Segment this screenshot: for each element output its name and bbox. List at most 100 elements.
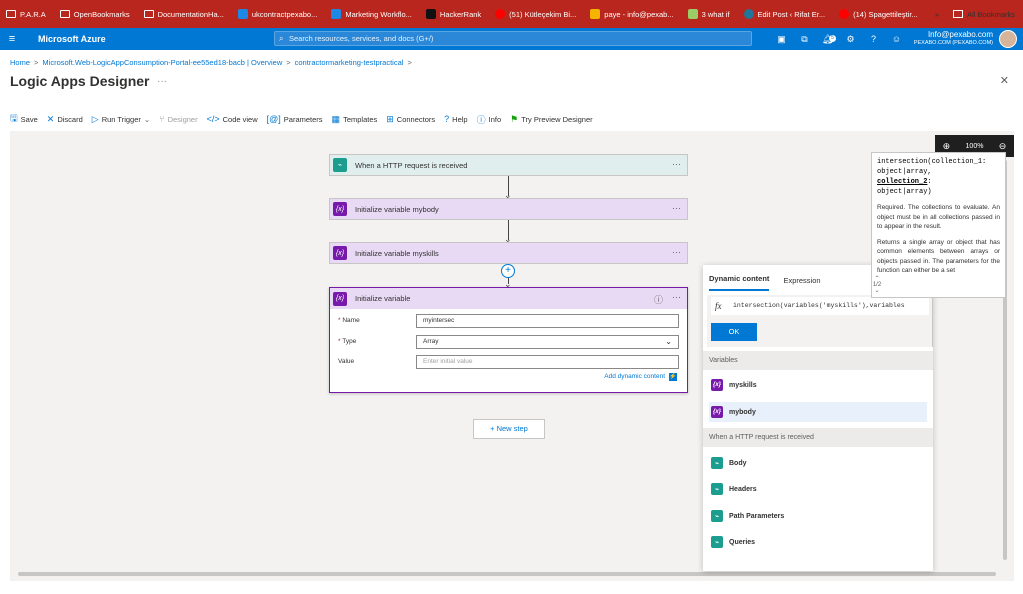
page-more-button[interactable]: ··· xyxy=(157,76,167,87)
variable-icon: {x} xyxy=(333,202,347,216)
youtube-icon xyxy=(495,9,506,19)
azure-brand[interactable]: Microsoft Azure xyxy=(38,34,106,44)
azure-icon xyxy=(237,9,248,19)
designer-toolbar: 🖫︎ Save ✕ Discard ▷ Run Trigger ⌄ ⑂ Designer … xyxy=(10,111,602,127)
step-more-button[interactable]: ··· xyxy=(672,203,681,213)
bookmark-whatif[interactable]: 3 what if xyxy=(687,9,730,19)
http-request-icon: ⌁ xyxy=(711,457,723,469)
help-button[interactable]: ? Help xyxy=(444,114,467,124)
step-init-variable-active[interactable]: {x} Initialize variable ⓘ ··· * Name myi… xyxy=(329,287,688,393)
list-item-body[interactable]: ⌁ Body xyxy=(709,453,927,473)
value-label: Value xyxy=(338,358,355,365)
breadcrumb-home[interactable]: Home xyxy=(10,58,30,67)
youtube-icon xyxy=(839,9,850,19)
directory-filter-icon[interactable]: ⧉ xyxy=(793,34,816,45)
breadcrumb-resource[interactable]: Microsoft.Web-LogicAppConsumption-Portal… xyxy=(42,58,282,67)
designer-button[interactable]: ⑂ Designer xyxy=(159,114,197,124)
zoom-out-icon[interactable]: ⊖ xyxy=(999,141,1007,152)
step-more-button[interactable]: ··· xyxy=(672,292,681,302)
zoom-in-icon[interactable]: ⊕ xyxy=(943,141,951,152)
feedback-icon[interactable]: ☺ xyxy=(885,34,908,44)
save-button[interactable]: 🖫︎ Save xyxy=(10,111,38,127)
bookmark-documentation[interactable]: DocumentationHa... xyxy=(143,10,224,19)
list-item-myskills[interactable]: {x} myskills xyxy=(709,375,927,395)
expression-input[interactable]: fx intersection(variables('myskills'),va… xyxy=(711,297,929,315)
list-item-mybody[interactable]: {x} mybody xyxy=(709,402,927,422)
run-trigger-button[interactable]: ▷ Run Trigger ⌄ xyxy=(92,114,150,125)
account-info[interactable]: Info@pexabo.com PEXABO.COM (PEXABO.COM) xyxy=(914,30,993,48)
bookmarks-right: » All Bookmarks xyxy=(935,0,1015,28)
connectors-icon: ⊞ xyxy=(386,113,394,124)
step-init-mybody[interactable]: {x} Initialize variable mybody ··· xyxy=(329,198,688,220)
page-title: Logic Apps Designer xyxy=(10,73,150,89)
connectors-button[interactable]: ⊞ Connectors xyxy=(386,114,435,125)
hackerrank-icon xyxy=(425,9,436,19)
notifications-icon[interactable]: 🔔︎ 5 xyxy=(816,34,839,45)
chevron-down-icon: ⌄ xyxy=(665,337,672,346)
bookmark-youtube-1[interactable]: (51) Kütleçekim Bi... xyxy=(495,9,576,19)
dynamic-content-panel: Dynamic content Expression fx intersecti… xyxy=(703,265,933,571)
help-icon[interactable]: ? xyxy=(862,34,885,44)
folder-icon xyxy=(6,10,16,18)
step-header[interactable]: {x} Initialize variable ⓘ ··· xyxy=(330,288,687,309)
breadcrumb-sep: > xyxy=(34,58,39,67)
account-org: PEXABO.COM (PEXABO.COM) xyxy=(913,40,993,46)
bookmark-openbookmarks[interactable]: OpenBookmarks xyxy=(59,10,130,19)
folder-icon xyxy=(59,10,70,18)
list-item-headers[interactable]: ⌁ Headers xyxy=(709,479,927,499)
bookmark-paye[interactable]: paye - info@pexab... xyxy=(590,9,674,19)
info-icon: ⓘ xyxy=(476,114,486,125)
templates-icon: ▦ xyxy=(331,113,341,124)
step-http-trigger[interactable]: ⌁ When a HTTP request is received ··· xyxy=(329,154,688,176)
global-search-input[interactable]: ⌕ Search resources, services, and docs (… xyxy=(274,31,752,46)
code-view-button[interactable]: </> Code view xyxy=(207,114,258,124)
cloud-shell-icon[interactable]: ▣ xyxy=(770,34,793,45)
horizontal-scrollbar[interactable] xyxy=(18,572,996,576)
chevron-down-icon[interactable]: ⌄ xyxy=(871,288,883,294)
add-dynamic-content-link[interactable]: Add dynamic content xyxy=(604,373,665,380)
breadcrumb-sep: > xyxy=(286,58,291,67)
parameters-button[interactable]: [@] Parameters xyxy=(267,114,323,124)
close-blade-button[interactable]: ✕ xyxy=(1000,74,1009,87)
avatar[interactable] xyxy=(999,30,1017,48)
step-init-myskills[interactable]: {x} Initialize variable myskills ··· xyxy=(329,242,688,264)
name-label: * Name xyxy=(338,317,360,324)
value-field[interactable]: Enter initial value xyxy=(416,355,679,369)
list-item-queries[interactable]: ⌁ Queries xyxy=(709,532,927,552)
save-icon: 🖫︎ xyxy=(10,113,18,123)
tab-dynamic-content[interactable]: Dynamic content xyxy=(709,274,770,291)
name-field[interactable]: myintersec xyxy=(416,314,679,328)
designer-icon: ⑂ xyxy=(159,114,165,124)
folder-icon xyxy=(143,10,154,18)
ok-button[interactable]: OK xyxy=(711,323,757,341)
info-icon[interactable]: ⓘ xyxy=(654,293,663,306)
templates-button[interactable]: ▦ Templates xyxy=(332,114,378,125)
bookmark-edit-post[interactable]: Edit Post ‹ Rifat Er... xyxy=(743,9,825,19)
list-item-path-parameters[interactable]: ⌁ Path Parameters xyxy=(709,506,927,526)
code-icon: </> xyxy=(206,114,220,124)
step-more-button[interactable]: ··· xyxy=(672,247,681,257)
bookmark-para[interactable]: P.A.R.A xyxy=(6,10,46,19)
bookmark-marketing[interactable]: Marketing Workflo... xyxy=(331,9,412,19)
settings-gear-icon[interactable]: ⚙ xyxy=(839,34,862,45)
tab-expression[interactable]: Expression xyxy=(783,276,820,291)
try-preview-button[interactable]: ⚑ Try Preview Designer xyxy=(510,114,593,125)
http-request-icon: ⌁ xyxy=(711,483,723,495)
info-button[interactable]: ⓘ Info xyxy=(477,113,502,126)
hamburger-menu-icon[interactable]: ≡ xyxy=(0,33,24,45)
bookmark-ukcontract[interactable]: ukcontractpexabo... xyxy=(237,9,317,19)
http-request-icon: ⌁ xyxy=(711,510,723,522)
bookmarks-overflow-button[interactable]: » xyxy=(935,10,939,19)
overload-counter[interactable]: ⌃ 1/2 ⌄ xyxy=(871,276,883,294)
new-step-button[interactable]: + New step xyxy=(473,419,545,439)
bookmark-youtube-2[interactable]: (14) Spagettileştir... xyxy=(839,9,918,19)
insert-step-plus-icon[interactable]: + xyxy=(501,264,515,278)
http-request-icon: ⌁ xyxy=(333,158,347,172)
discard-button[interactable]: ✕ Discard xyxy=(47,114,83,125)
dynamic-content-icon[interactable]: ⚡ xyxy=(669,373,677,381)
type-select[interactable]: Array ⌄ xyxy=(416,335,679,349)
all-bookmarks-button[interactable]: All Bookmarks xyxy=(953,10,1015,19)
breadcrumb-app[interactable]: contractormarketing-testpractical xyxy=(295,58,404,67)
bookmark-hackerrank[interactable]: HackerRank xyxy=(425,9,481,19)
step-more-button[interactable]: ··· xyxy=(672,159,681,169)
